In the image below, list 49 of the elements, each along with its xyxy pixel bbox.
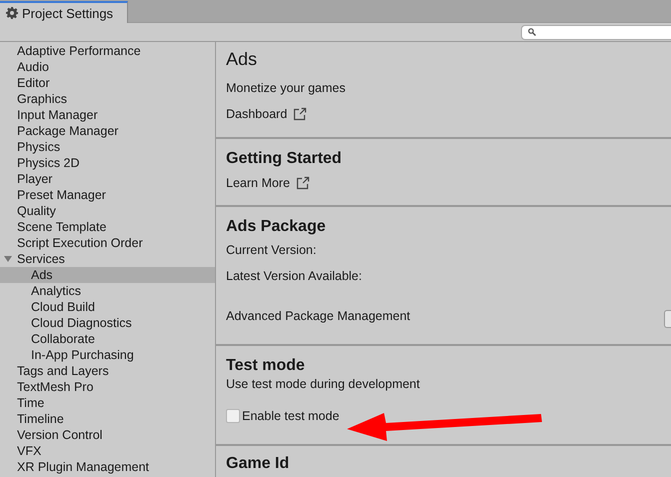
section-title: Getting Started: [226, 149, 343, 169]
section-title: Ads Package: [226, 217, 327, 237]
search-field[interactable]: [521, 24, 671, 40]
window-tab[interactable]: Project Settings: [0, 1, 128, 23]
description-text: Use test mode during development: [226, 376, 421, 392]
sidebar-item[interactable]: Collaborate: [0, 331, 215, 347]
sidebar-item[interactable]: Preset Manager: [0, 187, 215, 203]
link[interactable]: Learn More: [226, 176, 290, 190]
sidebar-item[interactable]: Script Execution Order: [0, 235, 215, 251]
sidebar-item[interactable]: Version Control: [0, 427, 215, 443]
checkbox[interactable]: [226, 409, 240, 423]
package-button[interactable]: [664, 310, 671, 328]
section-title: Game Id: [226, 454, 290, 474]
sidebar-item[interactable]: Quality: [0, 203, 215, 219]
sidebar-item[interactable]: Package Manager: [0, 123, 215, 139]
sidebar-item[interactable]: Audio: [0, 59, 215, 75]
sidebar-item[interactable]: In-App Purchasing: [0, 347, 215, 363]
sidebar-item[interactable]: Editor: [0, 75, 215, 91]
sidebar-item[interactable]: Player: [0, 171, 215, 187]
sidebar-item[interactable]: Graphics: [0, 91, 215, 107]
section-title: Test mode: [226, 356, 306, 376]
caret-icon[interactable]: [4, 255, 12, 263]
sidebar-item[interactable]: Tags and Layers: [0, 363, 215, 379]
sidebar-item[interactable]: Input Manager: [0, 107, 215, 123]
sidebar-item[interactable]: VFX: [0, 443, 215, 459]
link[interactable]: Dashboard: [226, 107, 288, 121]
field-label: Latest Version Available:: [226, 268, 363, 284]
search-icon: [528, 28, 536, 36]
sidebar-item[interactable]: TextMesh Pro: [0, 379, 215, 395]
sidebar-item[interactable]: Scene Template: [0, 219, 215, 235]
settings-icon: [6, 7, 18, 19]
sidebar-item[interactable]: Adaptive Performance: [0, 43, 215, 59]
external-link-icon[interactable]: [296, 176, 310, 190]
sidebar-item[interactable]: Cloud Diagnostics: [0, 315, 215, 331]
description-text: Monetize your games: [226, 80, 347, 96]
sidebar-item[interactable]: Physics: [0, 139, 215, 155]
sidebar-item[interactable]: XR Plugin Management: [0, 459, 215, 475]
field-label: Current Version:: [226, 242, 318, 258]
external-link-icon[interactable]: [293, 107, 308, 121]
sidebar-item[interactable]: Cloud Build: [0, 299, 215, 315]
sidebar-item[interactable]: Physics 2D: [0, 155, 215, 171]
sidebar-item[interactable]: Analytics: [0, 283, 215, 299]
sidebar-item[interactable]: Services: [0, 251, 215, 267]
sidebar-item[interactable]: Timeline: [0, 411, 215, 427]
section-title: Ads: [226, 48, 258, 71]
sidebar-item[interactable]: Time: [0, 395, 215, 411]
setting-label: Advanced Package Management: [226, 309, 410, 323]
sidebar-item[interactable]: Ads: [0, 267, 215, 283]
checkbox-label: Enable test mode: [242, 409, 340, 423]
